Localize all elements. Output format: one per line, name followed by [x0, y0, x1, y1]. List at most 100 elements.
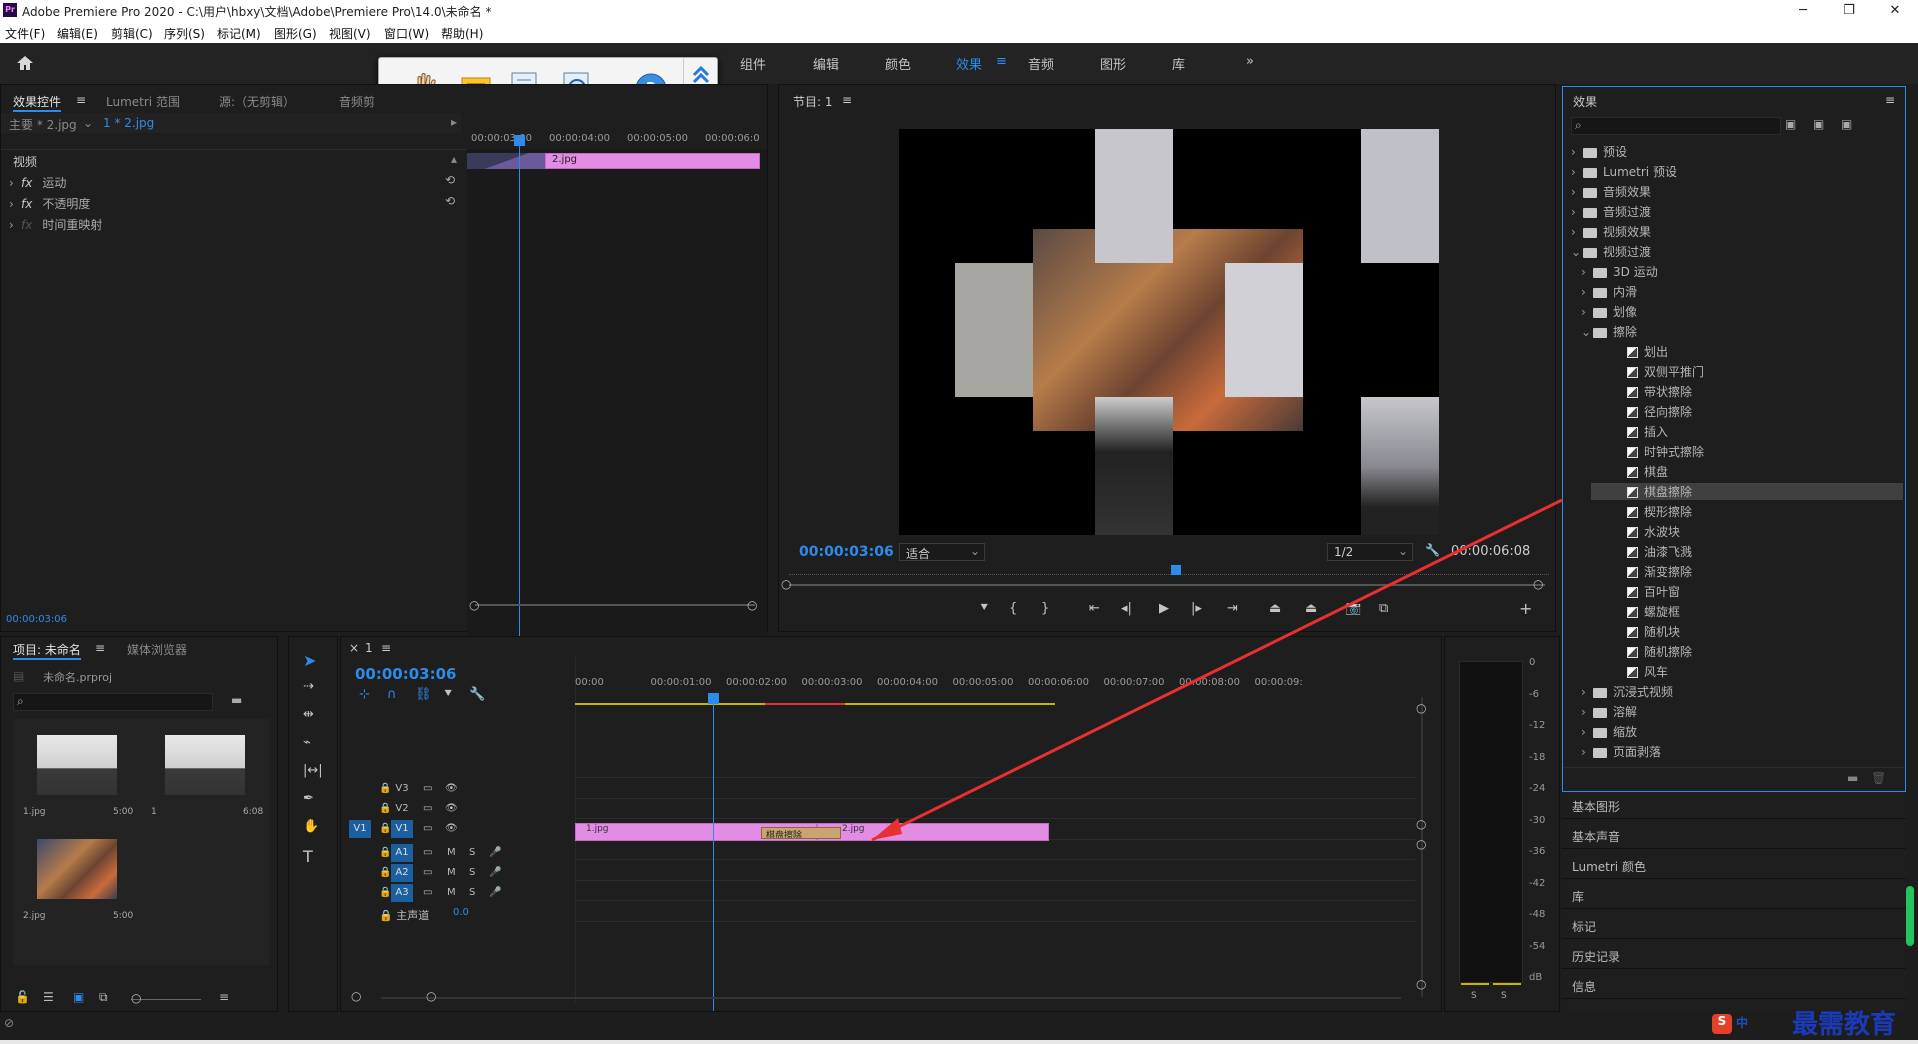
add-marker-icon[interactable]: ⯆: [443, 687, 453, 702]
transition-checkerboard-wipe[interactable]: 棋盘擦除: [761, 827, 841, 839]
project-menu-icon[interactable]: ≡: [95, 641, 105, 655]
chevron-right-icon[interactable]: ›: [1581, 745, 1591, 759]
effects-panel-title[interactable]: 效果: [1573, 93, 1597, 110]
timeline-clip-2jpg[interactable]: 2.jpg: [817, 823, 1049, 841]
mic-icon[interactable]: 🎤: [489, 867, 501, 878]
master-clip-label[interactable]: 主要 * 2.jpg: [9, 116, 77, 133]
tab-effect-controls[interactable]: 效果控件: [13, 93, 62, 112]
mute-button[interactable]: M: [447, 847, 456, 858]
lock-icon[interactable]: 🔒: [379, 783, 391, 794]
effects-folder[interactable]: › 溶解: [1581, 703, 1637, 720]
collapse-icon[interactable]: ▴: [451, 152, 457, 166]
program-ruler[interactable]: [789, 567, 1549, 575]
tab-project[interactable]: 项目: 未命名: [13, 641, 81, 660]
mark-in-icon[interactable]: {: [1009, 601, 1017, 616]
eye-icon[interactable]: 👁: [445, 823, 458, 834]
effects-folder[interactable]: › 划像: [1581, 303, 1637, 320]
menu-sequence[interactable]: 序列(S): [164, 25, 205, 42]
marker-icon[interactable]: ⯆: [979, 601, 989, 616]
lock-icon[interactable]: 🔒: [379, 823, 391, 834]
fit-dropdown[interactable]: 适合 ⌄: [899, 543, 985, 561]
play-arrow-icon[interactable]: ▸: [451, 115, 457, 129]
effects-folder[interactable]: › 预设: [1571, 143, 1627, 160]
chevron-down-icon[interactable]: ⌄: [1581, 325, 1591, 339]
effect-item[interactable]: 随机擦除: [1591, 643, 1692, 660]
workspace-menu-icon[interactable]: ≡: [996, 54, 1007, 69]
panel-lumetri-color[interactable]: Lumetri 颜色: [1572, 858, 1646, 875]
effects-folder[interactable]: › 音频过渡: [1571, 203, 1651, 220]
menu-marker[interactable]: 标记(M): [217, 25, 261, 42]
ec-clip-bar[interactable]: 2.jpg: [545, 153, 760, 169]
panel-libraries[interactable]: 库: [1572, 888, 1584, 905]
sequence-clip-label[interactable]: 1 * 2.jpg: [103, 116, 154, 130]
panel-history[interactable]: 历史记录: [1572, 948, 1620, 965]
effects-folder[interactable]: ⌄ 视频过渡: [1571, 243, 1651, 260]
solo-button[interactable]: S: [469, 887, 475, 898]
prop-time-remap[interactable]: › fx 时间重映射: [9, 216, 102, 233]
effect-item[interactable]: 螺旋框: [1591, 603, 1680, 620]
chevron-down-icon[interactable]: ⌄: [1571, 245, 1581, 259]
effect-item[interactable]: 渐变擦除: [1591, 563, 1692, 580]
workspace-color[interactable]: 颜色: [885, 54, 911, 73]
chevron-right-icon[interactable]: ›: [1581, 265, 1591, 279]
freeform-view-icon[interactable]: ⧉: [99, 990, 108, 1005]
menu-view[interactable]: 视图(V): [329, 25, 371, 42]
effect-item[interactable]: 时钟式擦除: [1591, 443, 1704, 460]
delete-icon[interactable]: 🗑: [1871, 771, 1886, 785]
menu-file[interactable]: 文件(F): [5, 25, 45, 42]
razor-tool-icon[interactable]: ⌁: [303, 735, 311, 750]
workspace-effects[interactable]: 效果: [956, 54, 982, 73]
workspace-more-icon[interactable]: »: [1246, 54, 1254, 69]
thumbnail-2jpg[interactable]: [37, 839, 117, 899]
nest-sequences-icon[interactable]: ⊹: [359, 687, 370, 702]
timeline-menu-icon[interactable]: ≡: [381, 641, 391, 655]
solo-button[interactable]: S: [469, 867, 475, 878]
effect-item[interactable]: 油漆飞溅: [1591, 543, 1692, 560]
chevron-right-icon[interactable]: ›: [1581, 705, 1591, 719]
program-playhead[interactable]: [1171, 565, 1181, 575]
track-target-a2[interactable]: A2: [391, 864, 413, 882]
lock-icon[interactable]: 🔒: [379, 803, 391, 814]
effect-item[interactable]: 划出: [1591, 343, 1668, 360]
prop-opacity[interactable]: › fx 不透明度: [9, 195, 90, 212]
effect-controls-menu-icon[interactable]: ≡: [76, 93, 86, 107]
go-to-out-icon[interactable]: ⇥: [1227, 601, 1238, 616]
lock-icon[interactable]: 🔓: [15, 990, 30, 1004]
menu-edit[interactable]: 编辑(E): [57, 25, 98, 42]
sync-lock-icon[interactable]: ▭: [423, 867, 432, 878]
sync-lock-icon[interactable]: ▭: [423, 847, 432, 858]
chevron-right-icon[interactable]: ›: [1581, 285, 1591, 299]
workspace-graphics[interactable]: 图形: [1100, 54, 1126, 73]
extract-icon[interactable]: ⏏: [1305, 601, 1317, 616]
panel-markers[interactable]: 标记: [1572, 918, 1596, 935]
lock-icon[interactable]: 🔒: [379, 887, 391, 898]
panel-essential-graphics[interactable]: 基本图形: [1572, 798, 1620, 815]
reset-icon[interactable]: ⟲: [445, 194, 455, 208]
workspace-libraries[interactable]: 库: [1172, 54, 1185, 73]
panel-essential-sound[interactable]: 基本声音: [1572, 828, 1620, 845]
collapse-up-icon[interactable]: [691, 64, 711, 86]
menu-window[interactable]: 窗口(W): [384, 25, 429, 42]
effects-folder[interactable]: › 页面剥落: [1581, 743, 1661, 760]
track-target-a1[interactable]: A1: [391, 844, 413, 862]
menu-clip[interactable]: 剪辑(C): [111, 25, 153, 42]
lock-icon[interactable]: 🔒: [379, 867, 391, 878]
new-bin-icon[interactable]: ▬: [231, 693, 242, 707]
effects-folder[interactable]: › 3D 运动: [1581, 263, 1658, 280]
effect-item[interactable]: 插入: [1591, 423, 1668, 440]
master-volume-value[interactable]: 0.0: [453, 907, 469, 918]
chevron-right-icon[interactable]: ›: [1571, 205, 1581, 219]
effects-menu-icon[interactable]: ≡: [1885, 93, 1895, 107]
ec-timecode[interactable]: 00:00:03:06: [6, 614, 67, 625]
tab-audio-clip-mixer[interactable]: 音频剪: [339, 93, 375, 110]
chevron-right-icon[interactable]: ›: [1571, 225, 1581, 239]
effects-folder[interactable]: › 内滑: [1581, 283, 1637, 300]
wrench-icon[interactable]: 🔧: [1425, 543, 1440, 557]
pen-tool-icon[interactable]: ✒: [303, 791, 314, 806]
effects-folder[interactable]: › 沉浸式视频: [1581, 683, 1673, 700]
effect-item[interactable]: 带状擦除: [1591, 383, 1692, 400]
chevron-right-icon[interactable]: ›: [1581, 305, 1591, 319]
effect-item[interactable]: 双侧平推门: [1591, 363, 1704, 380]
thumbnail-1jpg[interactable]: [37, 735, 117, 795]
prop-motion[interactable]: › fx 运动: [9, 174, 66, 191]
